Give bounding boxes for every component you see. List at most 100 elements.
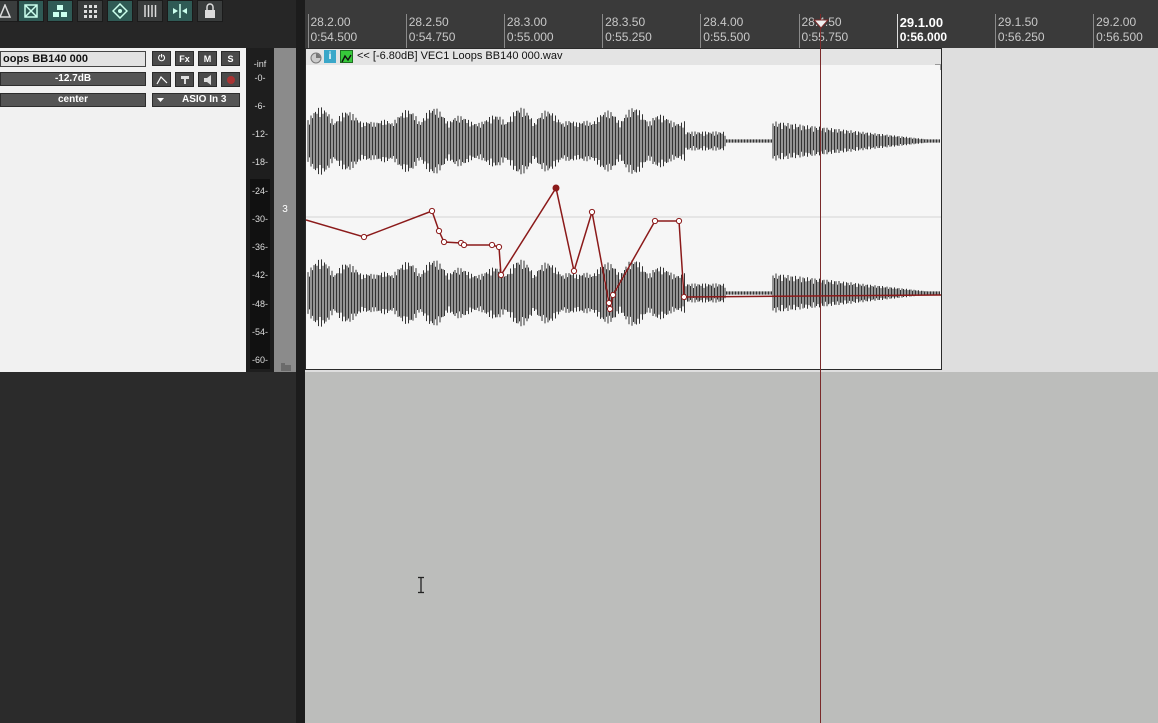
tcp-divider[interactable]: [296, 0, 305, 723]
info-icon[interactable]: i: [324, 50, 336, 63]
envelope-point[interactable]: [360, 233, 368, 241]
envelope-point[interactable]: [609, 291, 617, 299]
ruler-tick: [307, 14, 309, 48]
envelope-point[interactable]: [552, 184, 560, 192]
track-number: 3: [282, 204, 288, 215]
envelope-point[interactable]: [488, 241, 496, 249]
meter-scale-label: -30-: [251, 214, 268, 224]
envelope-point[interactable]: [651, 217, 659, 225]
meter-scale-label: -54-: [251, 327, 268, 337]
envelope-point[interactable]: [428, 207, 436, 215]
track-name-field[interactable]: oops BB140 000: [0, 51, 146, 67]
solo-button[interactable]: S: [221, 51, 240, 66]
fx-bypass-button[interactable]: ⏻: [152, 51, 171, 66]
ruler-time-label: 0:54.500: [310, 30, 358, 44]
envelope-point[interactable]: [606, 305, 614, 313]
io-routing-button[interactable]: [175, 72, 194, 87]
timeline-ruler[interactable]: 28.2.00 0:54.500 28.2.50 0:54.750 28.3.00 0:5…: [305, 0, 1158, 48]
envelope-icon: [155, 75, 167, 84]
meter-scale-label: -12-: [251, 129, 268, 139]
ruler-measure-label: 28.2.50: [408, 15, 449, 29]
fx-button[interactable]: Fx: [175, 51, 194, 66]
ruler-tick: [1093, 14, 1095, 48]
media-item-label: << [-6.80dB] VEC1 Loops BB140 000.wav: [357, 50, 563, 62]
grouping-icon[interactable]: [47, 0, 73, 22]
ruler-time-label: 0:54.750: [408, 30, 456, 44]
ruler-time-label: 0:56.500: [1096, 30, 1143, 44]
envelope-point[interactable]: [605, 299, 613, 307]
track-header: oops BB140 000 ⏻ Fx M S -12.7dB center A…: [0, 48, 246, 372]
ruler-measure-label: 28.3.50: [605, 15, 646, 29]
envelope-point[interactable]: [680, 293, 688, 301]
envelope-point[interactable]: [588, 208, 596, 216]
envelope-point[interactable]: [435, 227, 443, 235]
metronome-icon[interactable]: [0, 0, 18, 22]
power-icon: ⏻: [157, 53, 166, 63]
meter-scale-label: -42-: [251, 270, 268, 280]
record-input-select[interactable]: ASIO In 3: [152, 93, 240, 107]
media-item[interactable]: i << [-6.80dB] VEC1 Loops BB140 000.wav: [305, 48, 942, 370]
ruler-time-label: 0:55.500: [703, 30, 751, 44]
io-icon: [180, 75, 189, 84]
pan-knob[interactable]: center: [0, 93, 146, 107]
speaker-icon: [203, 74, 211, 85]
toolbar: [0, 0, 300, 48]
snap-grid-icon[interactable]: [77, 0, 103, 22]
ruler-measure-label: 28.4.00: [703, 15, 744, 29]
edit-cursor-marker[interactable]: [812, 16, 830, 34]
ruler-measure-label: 29.1.00: [899, 15, 944, 30]
meter-scale-label: -18-: [251, 157, 268, 167]
ruler-measure-label: 29.1.50: [997, 15, 1038, 29]
empty-arrange-area[interactable]: [305, 372, 1158, 723]
envelope-toggle-icon[interactable]: [340, 50, 353, 63]
ruler-tick: [798, 14, 800, 48]
ruler-tick: [994, 14, 996, 48]
meter-scale-label: -36-: [251, 242, 268, 252]
monitor-button[interactable]: [198, 72, 217, 87]
media-item-header: i << [-6.80dB] VEC1 Loops BB140 000.wav: [306, 49, 941, 65]
track-meter: -inf -0- -6- -12- -18- -24- -30- -36- -42- -48- -5…: [246, 48, 274, 372]
ruler-tick: [700, 14, 702, 48]
meter-scale-label: -48-: [251, 299, 268, 309]
record-arm-button[interactable]: [221, 72, 240, 87]
ruler-tick: [503, 14, 505, 48]
meter-scale-label: -60-: [251, 355, 268, 365]
meter-scale-label: -6-: [254, 101, 266, 111]
record-input-label: ASIO In 3: [182, 94, 227, 105]
envelope-point[interactable]: [460, 241, 468, 249]
ruler-time-label: 0:55.000: [506, 30, 554, 44]
envelope-point[interactable]: [495, 243, 503, 251]
meter-scale-label: -24-: [251, 186, 268, 196]
waveform-display: [306, 107, 941, 327]
ibeam-cursor-icon: [416, 576, 426, 594]
envelope-button[interactable]: [152, 72, 171, 87]
record-icon: [226, 75, 235, 84]
waveform-path: [307, 107, 940, 175]
envelope-point[interactable]: [675, 217, 683, 225]
volume-fader[interactable]: -12.7dB: [0, 72, 146, 86]
ripple-icon[interactable]: [18, 0, 44, 22]
ruler-tick: [405, 14, 407, 48]
envelope-point[interactable]: [570, 267, 578, 275]
envelope-points-icon[interactable]: [107, 0, 133, 22]
ruler-measure-label: 29.2.00: [1096, 15, 1137, 29]
ruler-time-label: 0:56.000: [899, 30, 948, 44]
lock-icon[interactable]: [197, 0, 223, 22]
edit-cursor-line[interactable]: [820, 14, 821, 723]
meter-scale-label: -inf: [253, 59, 267, 69]
waveform-channel-left: [307, 107, 940, 175]
waveform-path: [307, 259, 940, 327]
ruler-time-label: 0:55.250: [605, 30, 652, 44]
grid-lines-icon[interactable]: [137, 0, 163, 22]
waveform-channel-right: [307, 259, 940, 327]
mute-button[interactable]: M: [198, 51, 217, 66]
split-icon[interactable]: [167, 0, 193, 22]
envelope-point[interactable]: [497, 271, 505, 279]
ruler-tick: [602, 14, 604, 48]
meter-scale-label: -0-: [254, 73, 266, 83]
track-number-strip[interactable]: 3: [274, 48, 296, 372]
envelope-point[interactable]: [440, 238, 448, 246]
ruler-tick: [896, 14, 898, 48]
ruler-time-label: 0:56.250: [997, 30, 1045, 44]
dropdown-icon: [156, 94, 165, 110]
